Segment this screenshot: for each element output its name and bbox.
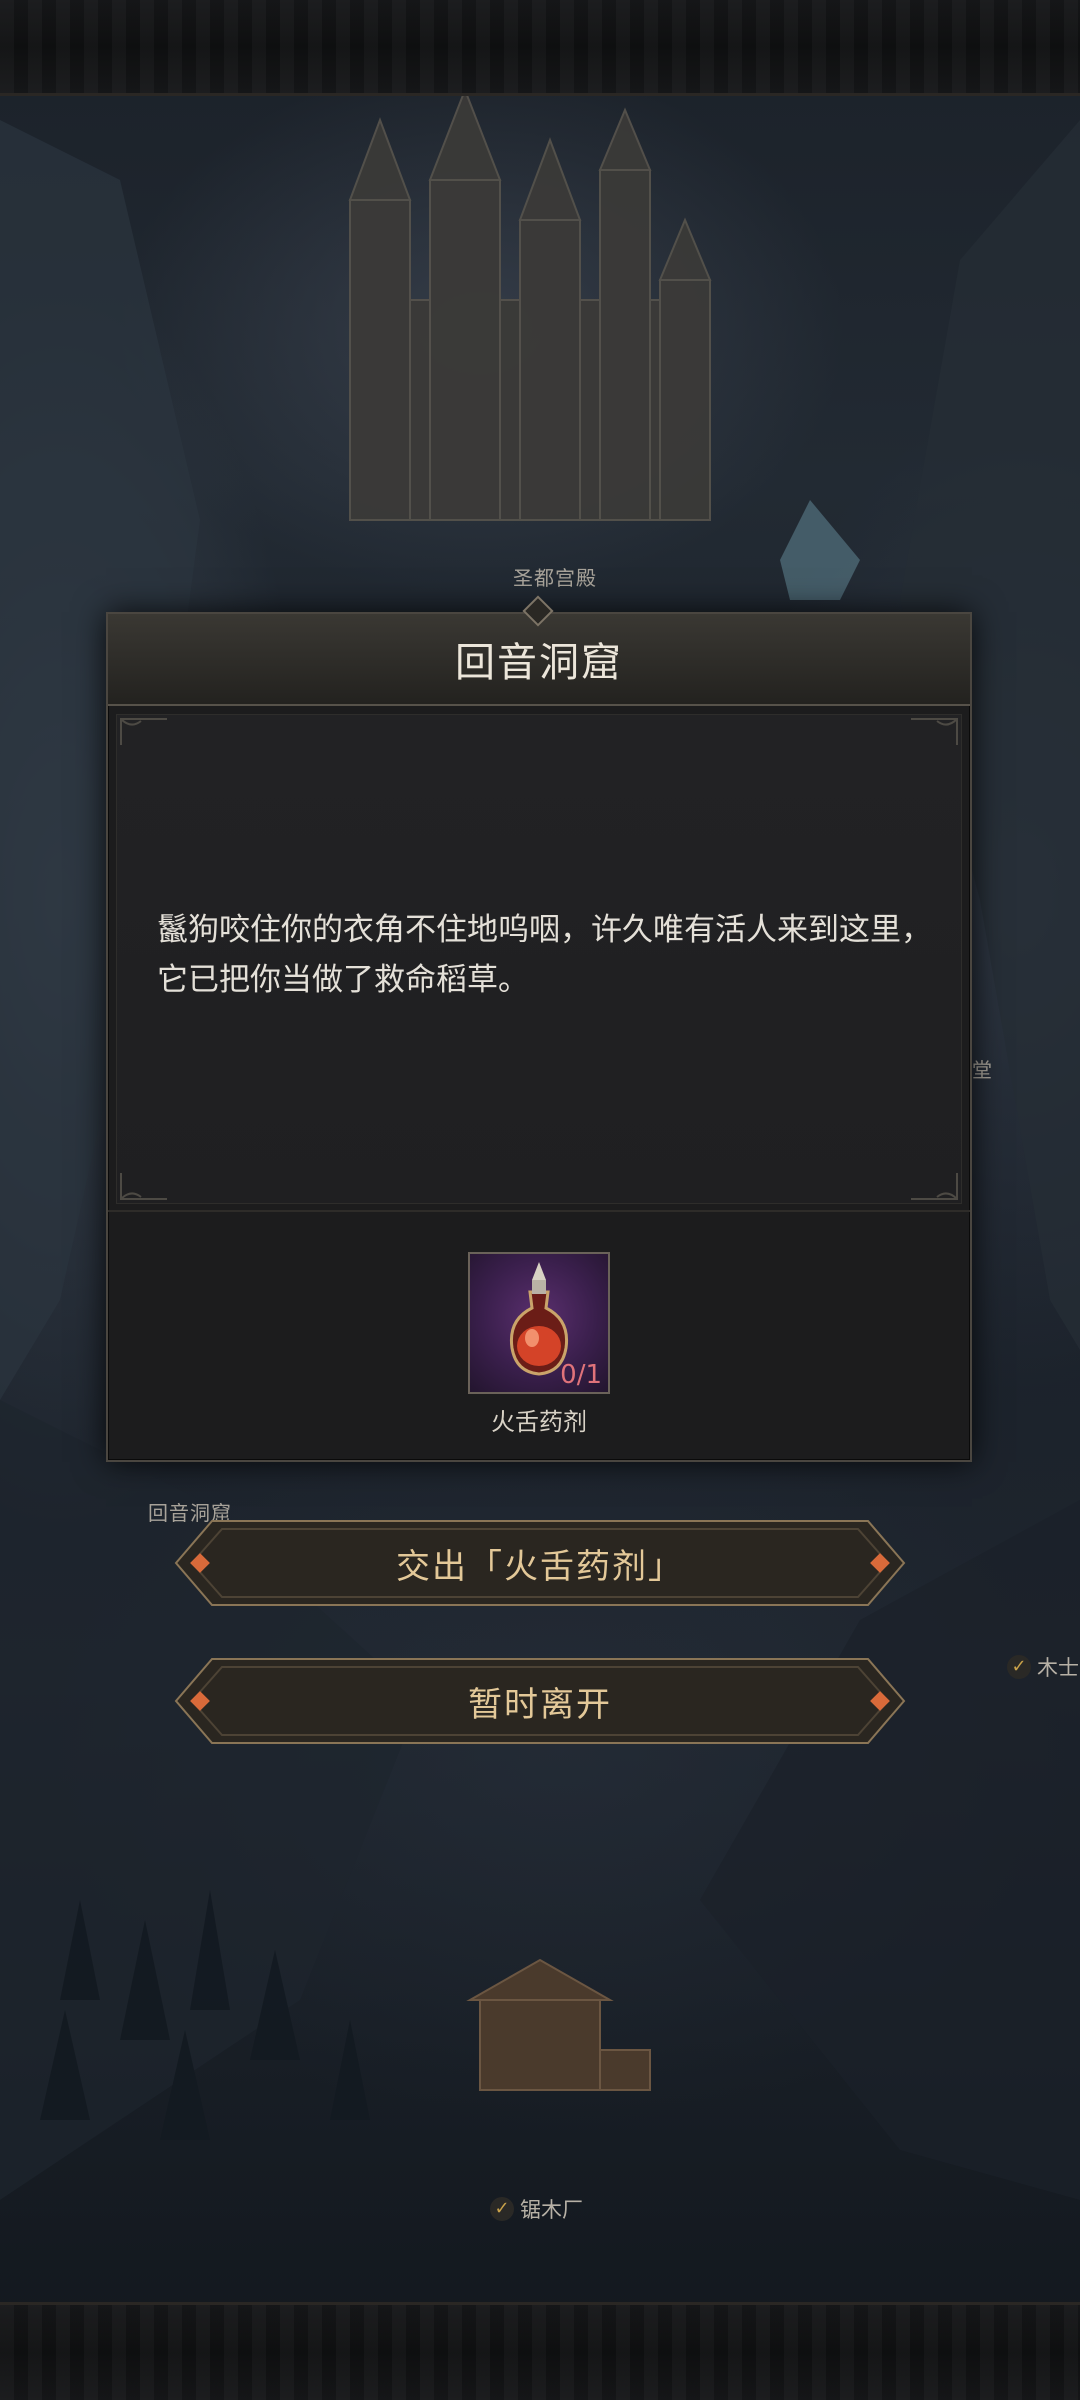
required-item-slot[interactable]: 0/1 xyxy=(468,1252,610,1394)
corner-ornament-icon xyxy=(119,1171,169,1201)
bottom-frame-border xyxy=(0,2302,1080,2400)
corner-ornament-icon xyxy=(119,717,169,747)
dialog-title: 回音洞窟 xyxy=(455,640,623,686)
event-dialog: 回音洞窟 鬣狗咬住你的衣角不住地呜咽，许久唯有活人来到这里，它已把你当做了救命稻… xyxy=(106,595,972,1462)
leave-label: 暂时离开 xyxy=(468,1684,612,1725)
item-name: 火舌药剂 xyxy=(491,1408,587,1436)
dialog-header: 回音洞窟 xyxy=(108,595,970,706)
map-label-hall[interactable]: 堂 xyxy=(972,1054,993,1083)
corner-ornament-icon xyxy=(909,717,959,747)
checkpoint-label: 木士 xyxy=(1037,1656,1079,1680)
section-divider xyxy=(108,1210,970,1212)
map-checkpoint-sawmill[interactable]: ✓ 锯木厂 xyxy=(490,2194,583,2224)
checkmark-icon: ✓ xyxy=(490,2197,514,2221)
leave-button[interactable]: 暂时离开 xyxy=(172,1655,908,1747)
map-checkpoint-woodsman[interactable]: ✓ 木士 xyxy=(1007,1652,1079,1682)
item-count: 0/1 xyxy=(560,1360,602,1390)
hand-over-item-button[interactable]: 交出「火舌药剂」 xyxy=(172,1517,908,1609)
corner-ornament-icon xyxy=(909,1171,959,1201)
checkmark-icon: ✓ xyxy=(1007,1655,1031,1679)
story-text: 鬣狗咬住你的衣角不住地呜咽，许久唯有活人来到这里，它已把你当做了救命稻草。 xyxy=(157,912,932,998)
top-frame-border xyxy=(0,0,1080,96)
story-panel: 鬣狗咬住你的衣角不住地呜咽，许久唯有活人来到这里，它已把你当做了救命稻草。 xyxy=(116,714,962,1204)
checkpoint-label: 锯木厂 xyxy=(520,2198,583,2222)
hand-over-label: 交出「火舌药剂」 xyxy=(396,1546,684,1587)
map-label-palace[interactable]: 圣都宫殿 xyxy=(513,562,597,591)
